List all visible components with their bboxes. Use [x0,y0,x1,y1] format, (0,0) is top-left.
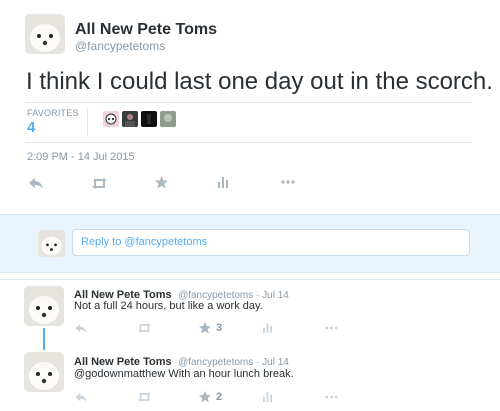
favorite-icon[interactable] [154,175,168,189]
reply-author-name[interactable]: All New Pete Toms [74,356,172,368]
retweet-icon[interactable] [90,176,108,190]
favoriter-avatar[interactable] [103,111,119,127]
stats-icon[interactable] [262,391,272,403]
reply-text: @godownmatthew With an hour lunch break. [74,368,294,380]
retweet-icon[interactable] [136,391,152,403]
favorite-count: 2 [216,391,223,403]
author-avatar[interactable] [25,14,65,54]
tweet-text: I think I could last one day out in the … [26,68,493,95]
reply-icon[interactable] [74,391,88,403]
favorites-label: FAVORITES [27,108,79,118]
current-user-avatar [38,230,65,257]
reply-meta[interactable]: @fancypetetoms · Jul 14 [178,357,289,368]
divider [26,102,472,103]
favorites-count[interactable]: 4 [27,119,35,136]
retweet-icon[interactable] [136,322,152,334]
reply-placeholder: Reply to @fancypetetoms [81,236,208,248]
more-icon[interactable] [280,178,296,186]
favoriter-avatar[interactable] [141,111,157,127]
favorites-divider [87,108,88,136]
reply-avatar[interactable] [24,352,64,392]
divider [26,142,472,143]
reply-icon[interactable] [28,176,44,190]
more-icon[interactable] [324,394,338,400]
reply-avatar[interactable] [24,286,64,326]
reply-text: Not a full 24 hours, but like a work day… [74,300,263,312]
tweet-timestamp[interactable]: 2:09 PM - 14 Jul 2015 [27,151,135,163]
favorite-count: 3 [216,322,223,334]
stats-icon[interactable] [217,176,229,188]
author-handle[interactable]: @fancypetetoms [75,39,165,53]
stats-icon[interactable] [262,322,272,334]
favorite-icon[interactable] [198,390,212,403]
favoriter-avatars [103,111,176,127]
author-name[interactable]: All New Pete Toms [75,21,217,39]
reply-icon[interactable] [74,322,88,334]
conversation-thread-line [43,328,45,350]
divider [0,279,500,280]
favorite-icon[interactable] [198,321,212,334]
more-icon[interactable] [324,325,338,331]
favoriter-avatar[interactable] [122,111,138,127]
reply-input[interactable]: Reply to @fancypetetoms [72,229,470,256]
favoriter-avatar[interactable] [160,111,176,127]
